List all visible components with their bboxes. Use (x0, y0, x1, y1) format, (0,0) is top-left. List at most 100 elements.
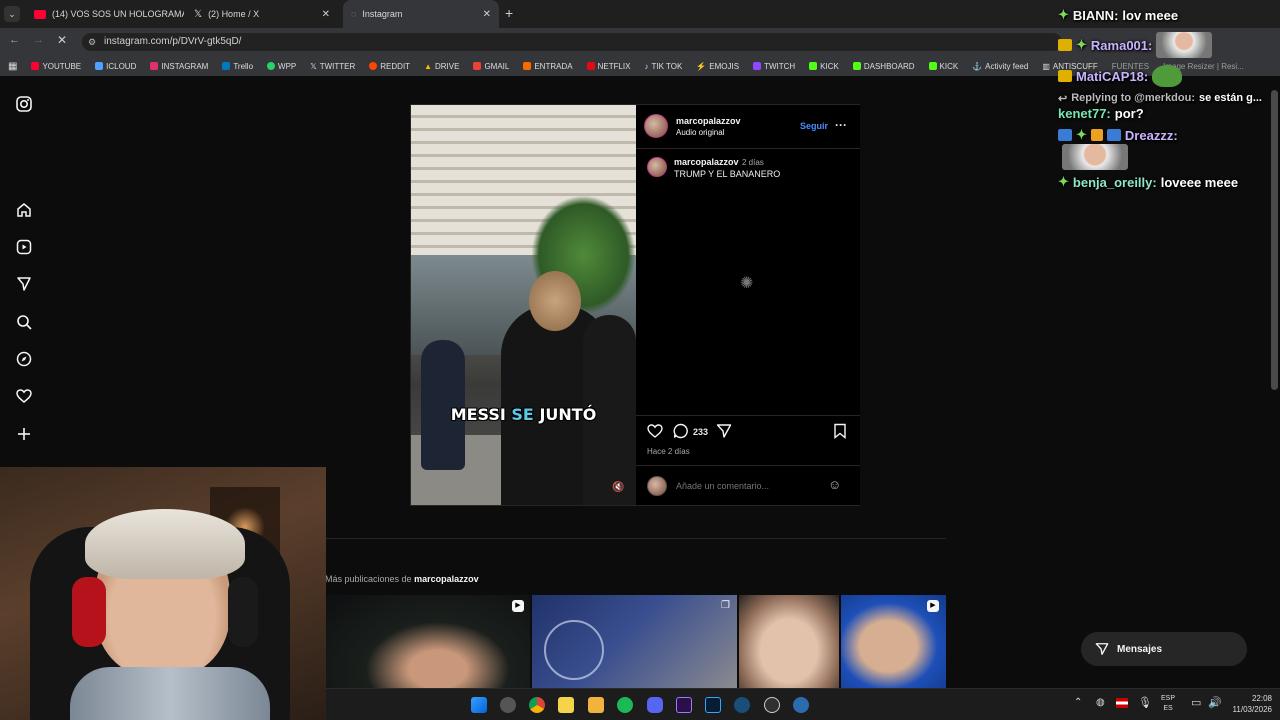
tray-chevron-icon[interactable]: ⌃ (1074, 697, 1082, 708)
premiere-icon[interactable] (676, 697, 692, 713)
bookmark-youtube[interactable]: YOUTUBE (31, 62, 81, 71)
create-icon[interactable] (14, 424, 34, 444)
close-tab-icon[interactable]: ✕ (322, 9, 330, 20)
chrome-icon[interactable] (529, 697, 545, 713)
app-icon[interactable] (793, 697, 809, 713)
post-thumbnail[interactable] (739, 595, 839, 688)
headphones-left (72, 577, 106, 647)
explore-icon[interactable] (14, 349, 34, 369)
badge-icon: ✦ (1076, 37, 1087, 52)
messages-button[interactable]: Mensajes (1081, 632, 1247, 666)
chat-message: MatiCAP18: (1058, 65, 1183, 87)
apps-icon[interactable]: ▦ (8, 61, 17, 72)
tab-label: (14) VOS SOS UN HOLOGRAMA (52, 9, 184, 19)
spotify-icon[interactable] (617, 697, 633, 713)
reels-icon[interactable] (14, 237, 34, 257)
obs-icon[interactable] (764, 697, 780, 713)
forward-icon[interactable]: → (33, 34, 44, 46)
start-icon[interactable] (471, 697, 487, 713)
bookmark-instagram[interactable]: INSTAGRAM (150, 62, 208, 71)
chat-message: kenet77: por? (1058, 105, 1144, 121)
clock[interactable]: 22:08 11/03/2026 (1224, 693, 1272, 715)
bookmark-twitter[interactable]: 𝕏 TWITTER (310, 62, 355, 71)
file-explorer-icon[interactable] (588, 697, 604, 713)
emote-image (1156, 32, 1213, 58)
comment-divider (636, 465, 860, 466)
like-icon[interactable] (647, 423, 663, 444)
gmail-icon (473, 62, 482, 70)
post-thumbnail[interactable]: ▶ (841, 595, 946, 688)
kick-icon (928, 62, 937, 70)
tray-flag-icon[interactable] (1116, 698, 1128, 708)
share-icon[interactable] (716, 423, 732, 444)
bookmark-netflix[interactable]: NETFLIX (586, 62, 630, 71)
home-icon[interactable] (14, 200, 34, 220)
comment-count: 233 (693, 427, 709, 437)
tab-x-home[interactable]: 𝕏 (2) Home / X ✕ (186, 0, 338, 28)
bookmark-drive[interactable]: ▲ DRIVE (424, 62, 459, 71)
bookmark-kick[interactable]: KICK (809, 62, 839, 71)
caption-avatar[interactable] (647, 157, 667, 177)
heart-icon[interactable] (14, 386, 34, 406)
audio-label[interactable]: Audio original (676, 128, 724, 137)
bookmark-wpp[interactable]: WPP (267, 62, 296, 71)
comment-icon[interactable] (673, 423, 689, 444)
mute-icon[interactable]: 🔇 (612, 482, 624, 493)
more-options-icon[interactable]: ··· (835, 118, 847, 132)
taskbar-app-icon[interactable] (500, 697, 516, 713)
trello-icon (222, 62, 231, 70)
chat-message: ✦ benja_oreilly: loveee meee (1058, 174, 1239, 190)
emoji-icon[interactable]: ☺ (828, 477, 841, 492)
post-thumbnail[interactable]: ❐ (532, 595, 737, 688)
bookmark-emojis[interactable]: ⚡ EMOJIS (696, 62, 739, 71)
username[interactable]: marcopalazzov (676, 116, 741, 126)
discord-icon[interactable] (647, 697, 663, 713)
bookmark-twitch[interactable]: TWITCH (753, 62, 795, 71)
follow-button[interactable]: Seguir (800, 121, 828, 131)
bookmark-dashboard[interactable]: DASHBOARD (852, 62, 915, 71)
avatar[interactable] (644, 114, 668, 138)
address-bar[interactable]: ⚙ instagram.com/p/DVrV-gtk5qD/ (82, 33, 1062, 51)
anchor-icon: ⚓ (972, 61, 983, 71)
bookmark-activity-feed[interactable]: ⚓ Activity feed (972, 62, 1028, 71)
save-icon[interactable] (833, 423, 847, 444)
x-logo-icon: 𝕏 (310, 61, 317, 71)
post-video[interactable]: MESSI SE JUNTÓ 🔇 (411, 105, 636, 505)
bookmark-entrada[interactable]: ENTRADA (523, 62, 573, 71)
bookmark-kick-2[interactable]: KICK (928, 62, 958, 71)
tab-instagram[interactable]: ◌ Instagram ✕ (343, 0, 499, 28)
tab-label: Instagram (362, 9, 403, 19)
bookmark-icloud[interactable]: ICLOUD (95, 62, 136, 71)
bookmark-trello[interactable]: Trello (222, 62, 253, 71)
microphone-icon[interactable]: 🎙 (1138, 696, 1152, 709)
url-text: instagram.com/p/DVrV-gtk5qD/ (104, 36, 242, 47)
post-thumbnail[interactable]: ▶ (325, 595, 530, 688)
search-icon[interactable] (14, 312, 34, 332)
chat-message: ✦ Dreazzz: (1058, 126, 1178, 144)
send-icon[interactable] (14, 274, 34, 294)
volume-icon[interactable]: 🔊 (1208, 696, 1222, 709)
network-icon[interactable]: ▭ (1191, 696, 1201, 709)
site-info-icon[interactable]: ⚙ (88, 33, 96, 51)
tray-app-icon[interactable]: ◍ (1096, 697, 1105, 708)
photoshop-icon[interactable] (705, 697, 721, 713)
close-tab-icon[interactable]: ✕ (483, 9, 491, 20)
tab-youtube[interactable]: (14) VOS SOS UN HOLOGRAMA ✕ (26, 0, 184, 28)
instagram-logo-icon[interactable] (14, 94, 34, 114)
stop-loading-icon[interactable]: ✕ (57, 33, 67, 47)
sticky-notes-icon[interactable] (558, 697, 574, 713)
new-tab-button[interactable]: + (505, 5, 513, 21)
emote-image (1062, 144, 1128, 170)
back-icon[interactable]: ← (9, 34, 20, 46)
tab-search-button[interactable]: ⌄ (4, 6, 20, 22)
bookmark-tiktok[interactable]: ♪ TIK TOK (644, 62, 682, 71)
caption-username[interactable]: marcopalazzov (674, 157, 739, 167)
streamer-shirt (70, 667, 270, 720)
comment-input[interactable] (676, 479, 826, 493)
language-indicator[interactable]: ESP ES (1161, 694, 1175, 714)
bookmark-gmail[interactable]: GMAIL (473, 62, 509, 71)
bookmark-reddit[interactable]: REDDIT (369, 62, 410, 71)
post-header: marcopalazzov Audio original Seguir ··· (636, 105, 860, 149)
netflix-icon (586, 62, 595, 70)
steam-icon[interactable] (734, 697, 750, 713)
